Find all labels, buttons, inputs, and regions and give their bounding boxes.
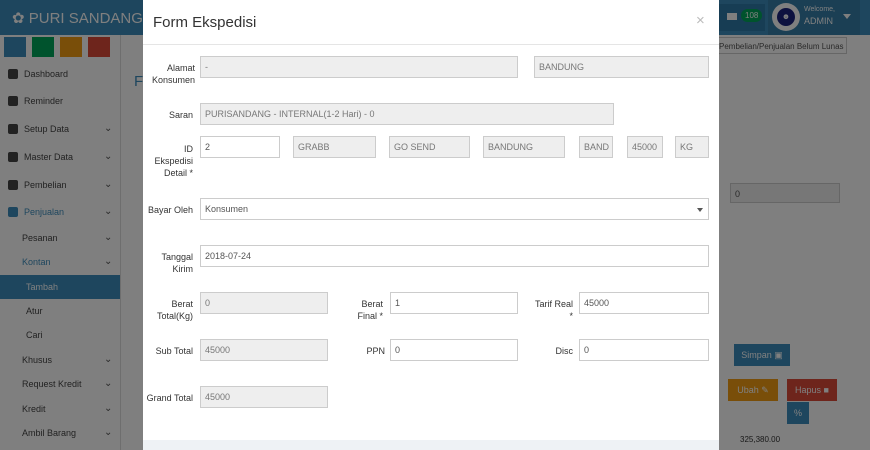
kota-tujuan-field[interactable]: BANDUNG bbox=[483, 136, 565, 158]
subtotal-label: Sub Total bbox=[155, 346, 193, 356]
bayar-oleh-label: Bayar Oleh bbox=[147, 205, 193, 215]
tarif-real-label: Tarif Real * bbox=[535, 299, 574, 321]
disc-label: Disc bbox=[555, 346, 574, 356]
id-ekspedisi-label: ID Ekspedisi Detail * bbox=[154, 144, 193, 178]
subtotal-field[interactable]: 45000 bbox=[200, 339, 328, 361]
disc-field[interactable]: 0 bbox=[579, 339, 709, 361]
berat-final-field[interactable]: 1 bbox=[390, 292, 518, 314]
chevron-down-icon bbox=[697, 208, 703, 212]
tanggal-kirim-label: Tanggal Kirim bbox=[161, 252, 193, 274]
bayar-oleh-select[interactable]: Konsumen bbox=[200, 198, 709, 220]
alamat-field[interactable]: - bbox=[200, 56, 518, 78]
kota-field[interactable]: BANDUNG bbox=[534, 56, 709, 78]
berat-total-label: Berat Total(Kg) bbox=[156, 299, 193, 321]
ppn-label: PPN bbox=[366, 346, 385, 356]
modal-title: Form Ekspedisi bbox=[153, 14, 257, 31]
form-ekspedisi-modal: Form Ekspedisi × Alamat Konsumen - BANDU… bbox=[143, 0, 719, 450]
tarif-field[interactable]: 45000 bbox=[627, 136, 663, 158]
modal-footer bbox=[143, 440, 719, 450]
id-ekspedisi-field[interactable]: 2 bbox=[200, 136, 280, 158]
saran-field[interactable]: PURISANDANG - INTERNAL(1-2 Hari) - 0 bbox=[200, 103, 614, 125]
satuan-field[interactable]: KG bbox=[675, 136, 709, 158]
berat-final-label: Berat Final * bbox=[357, 299, 383, 321]
divider bbox=[143, 44, 719, 45]
grand-total-field[interactable]: 45000 bbox=[200, 386, 328, 408]
ppn-field[interactable]: 0 bbox=[390, 339, 518, 361]
tarif-real-field[interactable]: 45000 bbox=[579, 292, 709, 314]
tanggal-kirim-field[interactable]: 2018-07-24 bbox=[200, 245, 709, 267]
alamat-label: Alamat Konsumen bbox=[151, 63, 195, 85]
saran-label: Saran bbox=[168, 110, 193, 120]
kode-kota-field[interactable]: BAND bbox=[579, 136, 613, 158]
ekspedisi-name-field[interactable]: GRABB bbox=[293, 136, 376, 158]
grand-total-label: Grand Total bbox=[146, 393, 193, 403]
layanan-field[interactable]: GO SEND bbox=[389, 136, 470, 158]
close-icon[interactable]: × bbox=[696, 12, 705, 29]
berat-total-field[interactable]: 0 bbox=[200, 292, 328, 314]
